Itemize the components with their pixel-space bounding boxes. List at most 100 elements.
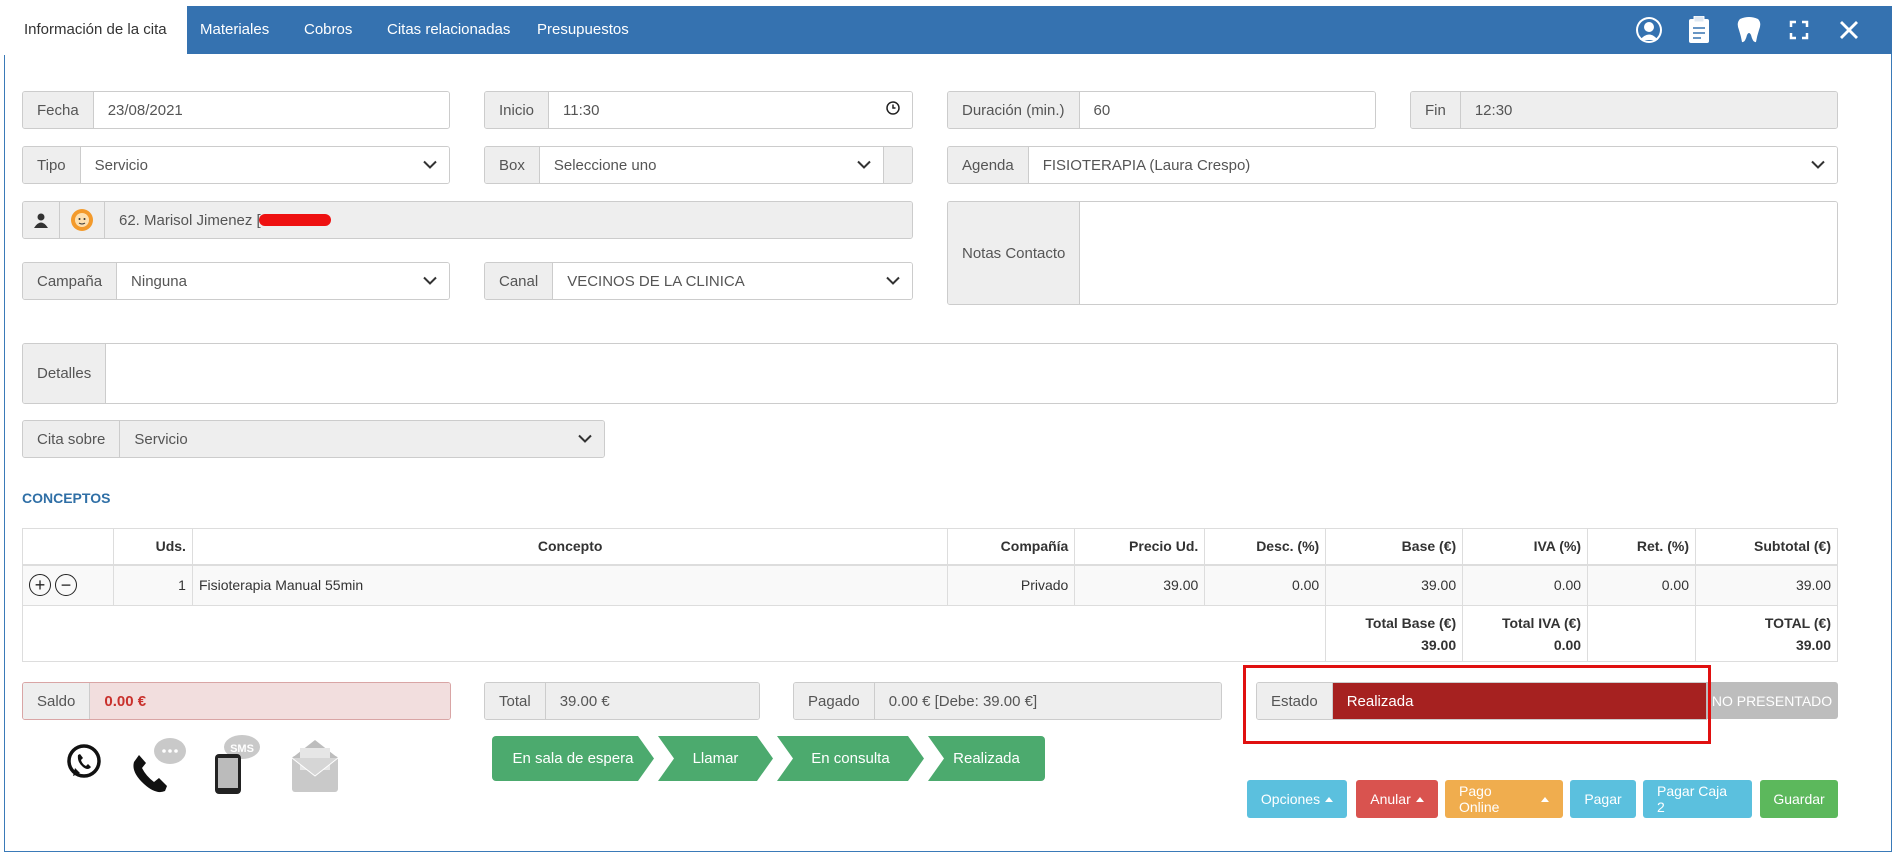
close-icon[interactable] xyxy=(1834,15,1864,45)
campana-label: Campaña xyxy=(23,263,118,299)
total-summary-value: 39.00 € xyxy=(545,683,759,719)
campana-select[interactable]: Ninguna xyxy=(117,263,449,299)
total-iva-label: Total IVA (€) xyxy=(1501,614,1582,631)
canal-value: VECINOS DE LA CLINICA xyxy=(567,272,745,290)
cell-uds[interactable]: 1 xyxy=(112,564,193,606)
paciente-input[interactable]: 62. Marisol Jimenez [ xyxy=(105,202,912,238)
cita-sobre-value: Servicio xyxy=(134,430,188,448)
chevron-down-icon xyxy=(423,273,437,290)
notas-textarea[interactable] xyxy=(1080,202,1837,304)
caret-up-icon xyxy=(1415,796,1424,802)
tab-presupuestos[interactable]: Presupuestos xyxy=(517,6,649,54)
tab-cobros[interactable]: Cobros xyxy=(284,6,372,54)
canal-label: Canal xyxy=(485,263,554,299)
tab-materiales[interactable]: Materiales xyxy=(180,6,289,54)
canal-select[interactable]: VECINOS DE LA CLINICA xyxy=(553,263,912,299)
col-header-base: Base (€) xyxy=(1325,528,1464,565)
cell-concepto[interactable]: Fisioterapia Manual 55min xyxy=(191,564,949,606)
col-header-desc: Desc. (%) xyxy=(1204,528,1327,565)
duracion-input[interactable]: 60 xyxy=(1079,92,1375,128)
fullscreen-icon[interactable] xyxy=(1784,15,1814,45)
paciente-value: 62. Marisol Jimenez [ xyxy=(119,211,261,229)
inicio-label: Inicio xyxy=(485,92,550,128)
totals-row: Total Base (€) 39.00 Total IVA (€) 0.00 … xyxy=(21,605,1838,662)
flow-step-en-consulta[interactable]: En consulta xyxy=(777,736,924,781)
col-header-compania: Compañía xyxy=(947,528,1076,565)
total-group: Total 39.00 € xyxy=(484,682,760,720)
total-base-value: 39.00 xyxy=(1421,636,1457,653)
total-label: TOTAL (€) xyxy=(1764,614,1831,631)
tipo-value: Servicio xyxy=(94,156,148,174)
clipboard-icon[interactable] xyxy=(1684,15,1714,45)
saldo-value: 0.00 € xyxy=(90,683,450,719)
total-value: 39.00 xyxy=(1795,636,1831,653)
cell-desc[interactable]: 0.00 xyxy=(1204,564,1327,606)
person-icon xyxy=(23,202,60,238)
agenda-group: Agenda FISIOTERAPIA (Laura Crespo) xyxy=(947,146,1838,184)
total-iva-value: 0.00 xyxy=(1553,636,1582,653)
tipo-label: Tipo xyxy=(23,147,81,183)
pagar-button[interactable]: Pagar xyxy=(1570,780,1636,818)
redaction-mark xyxy=(258,214,331,226)
cell-ret[interactable]: 0.00 xyxy=(1587,564,1696,606)
box-value: Seleccione uno xyxy=(553,156,657,174)
email-icon[interactable] xyxy=(288,734,342,799)
box-select[interactable]: Seleccione uno xyxy=(539,147,884,183)
add-circle-icon[interactable]: + xyxy=(29,574,51,597)
no-presentado-button[interactable]: NO PRESENTADO xyxy=(1706,682,1838,719)
conceptos-table: Uds. Concepto Compañía Precio Ud. Desc. … xyxy=(21,528,1838,662)
tipo-select[interactable]: Servicio xyxy=(80,147,449,183)
pago-online-button[interactable]: Pago Online xyxy=(1445,780,1563,818)
tab-citas-relacionadas[interactable]: Citas relacionadas xyxy=(367,6,530,54)
fecha-group: Fecha 23/08/2021 xyxy=(22,91,450,129)
campana-group: Campaña Ninguna xyxy=(22,262,450,300)
pagado-value: 0.00 € [Debe: 39.00 €] xyxy=(874,683,1221,719)
cell-compania[interactable]: Privado xyxy=(947,564,1076,606)
inicio-input[interactable]: 11:30 xyxy=(549,92,912,128)
flow-step-llamar[interactable]: Llamar xyxy=(658,736,773,781)
flow-step-sala-espera[interactable]: En sala de espera xyxy=(492,736,654,781)
total-base-label: Total Base (€) xyxy=(1365,614,1457,631)
tipo-group: Tipo Servicio xyxy=(22,146,450,184)
pago-online-label: Pago Online xyxy=(1459,783,1500,815)
tab-informacion[interactable]: Información de la cita xyxy=(4,6,187,55)
total-base-cell: Total Base (€) 39.00 xyxy=(1325,605,1464,662)
clock-icon[interactable] xyxy=(886,101,900,119)
user-icon[interactable] xyxy=(1634,15,1664,45)
anular-label: Anular xyxy=(1370,791,1411,807)
cell-precio[interactable]: 39.00 xyxy=(1074,564,1206,606)
detalles-label: Detalles xyxy=(23,344,107,403)
total-iva-cell: Total IVA (€) 0.00 xyxy=(1462,605,1589,662)
cell-subtotal: 39.00 xyxy=(1695,564,1838,606)
status-flow: En sala de espera Llamar En consulta Rea… xyxy=(492,736,1049,781)
cita-sobre-select[interactable]: Servicio xyxy=(120,421,604,457)
box-label: Box xyxy=(485,147,540,183)
header-bar: Información de la cita Materiales Cobros… xyxy=(4,6,1892,55)
caret-up-icon xyxy=(1541,796,1549,802)
chevron-down-icon xyxy=(1811,157,1825,174)
detalles-group: Detalles xyxy=(22,343,1838,404)
duracion-group: Duración (min.) 60 xyxy=(947,91,1376,129)
opciones-label: Opciones xyxy=(1260,791,1321,807)
guardar-button[interactable]: Guardar xyxy=(1760,780,1838,818)
anular-button[interactable]: Anular xyxy=(1356,780,1438,818)
totals-spacer xyxy=(21,605,1327,662)
tooth-icon[interactable] xyxy=(1734,15,1764,45)
phone-icon[interactable] xyxy=(128,734,190,799)
agenda-select[interactable]: FISIOTERAPIA (Laura Crespo) xyxy=(1028,147,1837,183)
fecha-label: Fecha xyxy=(23,92,94,128)
total-cell: TOTAL (€) 39.00 xyxy=(1695,605,1838,662)
sms-icon[interactable]: SMS xyxy=(212,734,262,799)
saldo-label: Saldo xyxy=(23,683,91,719)
campana-value: Ninguna xyxy=(131,272,187,290)
cell-iva[interactable]: 0.00 xyxy=(1462,564,1589,606)
whatsapp-icon[interactable] xyxy=(64,742,104,785)
flow-step-realizada[interactable]: Realizada xyxy=(928,736,1045,781)
detalles-textarea[interactable] xyxy=(106,344,1837,403)
estado-highlight-box xyxy=(1243,665,1711,744)
fecha-input[interactable]: 23/08/2021 xyxy=(93,92,449,128)
pagar-caja-button[interactable]: Pagar Caja 2 xyxy=(1643,780,1752,818)
opciones-button[interactable]: Opciones xyxy=(1247,780,1347,818)
col-header-concepto: Concepto xyxy=(191,528,949,565)
remove-circle-icon[interactable]: − xyxy=(55,574,77,597)
